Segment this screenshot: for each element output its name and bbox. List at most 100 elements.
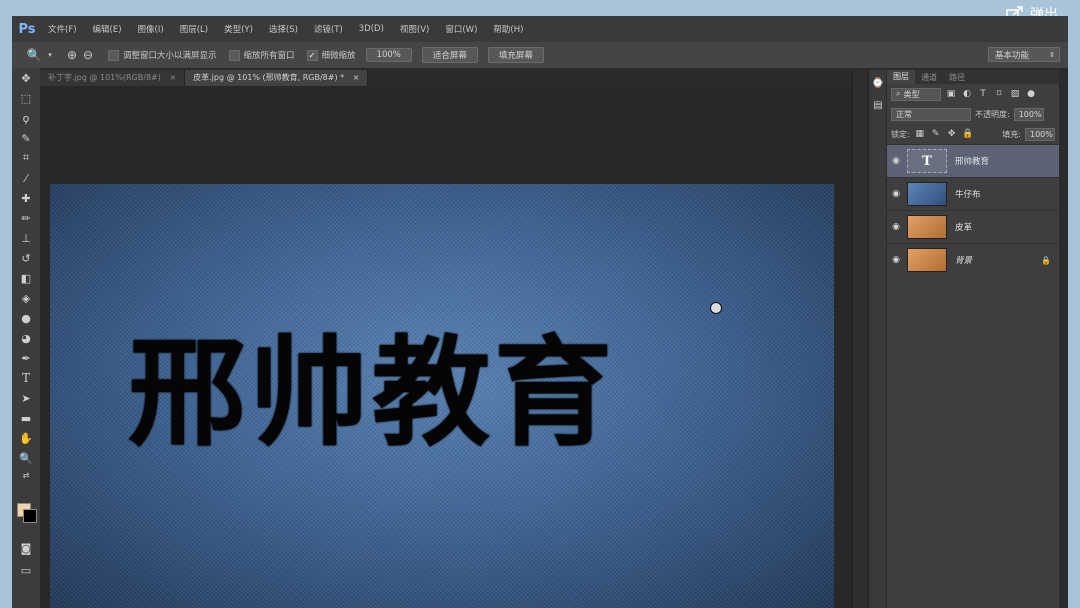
lasso-tool-icon[interactable]: ϙ <box>12 108 40 128</box>
lock-pixels-icon[interactable]: ✎ <box>930 128 942 140</box>
menu-layer[interactable]: 图层(L) <box>172 23 216 35</box>
tab-patch-text[interactable]: 补丁字.jpg @ 101%(RGB/8#) × <box>40 70 186 86</box>
zoom-out-icon[interactable]: ⊖ <box>80 47 96 63</box>
menu-image[interactable]: 图像(I) <box>130 23 172 35</box>
type-tool-icon[interactable]: T <box>12 368 40 388</box>
paint-bucket-tool-icon[interactable]: ◈ <box>12 288 40 308</box>
path-select-tool-icon[interactable]: ➤ <box>12 388 40 408</box>
lock-position-icon[interactable]: ✥ <box>946 128 958 140</box>
background-color-swatch[interactable] <box>23 509 37 523</box>
chevron-updown-icon: ⇕ <box>1049 50 1055 59</box>
vertical-scrollbar[interactable] <box>852 70 869 608</box>
scrubby-zoom-checkbox[interactable]: ✓ <box>306 49 318 61</box>
zoom-all-checkbox[interactable] <box>228 49 240 61</box>
quick-select-tool-icon[interactable]: ✎ <box>12 128 40 148</box>
zoom-all-option[interactable]: 缩放所有窗口 <box>228 49 295 61</box>
eye-icon[interactable]: ◉ <box>887 222 905 232</box>
crop-tool-icon[interactable]: ⌗ <box>12 148 40 168</box>
tab-leather[interactable]: 皮革.jpg @ 101% (邢帅教育, RGB/8#) * × <box>185 70 369 86</box>
menu-type[interactable]: 类型(Y) <box>216 23 261 35</box>
healing-brush-tool-icon[interactable]: ✚ <box>12 188 40 208</box>
lock-row: 锁定: ▦ ✎ ✥ 🔒 填充: 100% <box>887 124 1059 144</box>
fill-label: 填充: <box>1002 129 1021 139</box>
lock-all-icon[interactable]: 🔒 <box>962 128 974 140</box>
close-icon[interactable]: × <box>169 73 176 82</box>
layer-row[interactable]: ◉ T 邢帅教育 <box>887 144 1059 177</box>
eye-icon[interactable]: ◉ <box>887 255 905 265</box>
menu-edit[interactable]: 编辑(E) <box>85 23 130 35</box>
layer-filter-select[interactable]: ⌕ 类型 <box>891 87 941 101</box>
eraser-tool-icon[interactable]: ◧ <box>12 268 40 288</box>
menu-filter[interactable]: 滤镜(T) <box>306 23 351 35</box>
stamp-tool-icon[interactable]: ⊥ <box>12 228 40 248</box>
blend-mode-select[interactable]: 正常 <box>891 107 971 121</box>
text-layer-thumbnail: T <box>907 149 947 173</box>
eye-icon[interactable]: ◉ <box>887 156 905 166</box>
document-tabs: 补丁字.jpg @ 101%(RGB/8#) × 皮革.jpg @ 101% (… <box>40 70 852 86</box>
layer-name: 邢帅教育 <box>955 157 990 167</box>
smart-object-filter-icon[interactable]: ▨ <box>1009 88 1021 100</box>
close-icon[interactable]: × <box>353 73 360 82</box>
canvas[interactable]: 邢帅教育 <box>50 184 834 608</box>
swap-colors-icon[interactable]: ⇄ <box>12 468 40 482</box>
pixel-filter-icon[interactable]: ▣ <box>945 88 957 100</box>
layer-row[interactable]: ◉ 牛仔布 <box>887 177 1059 210</box>
zoom-in-icon[interactable]: ⊕ <box>64 47 80 63</box>
history-icon[interactable]: ⌚ <box>869 74 887 92</box>
cursor-icon <box>710 302 722 314</box>
layer-row[interactable]: ◉ 背景 🔒 <box>887 243 1059 276</box>
brush-tool-icon[interactable]: ✏ <box>12 208 40 228</box>
properties-icon[interactable]: ▤ <box>869 96 887 114</box>
layers-panel: 图层 通道 路径 ⌕ 类型 ▣ ◐ T ⌑ ▨ ● 正常 不透明度: 100% <box>886 70 1059 608</box>
pen-tool-icon[interactable]: ✒ <box>12 348 40 368</box>
tab-layers[interactable]: 图层 <box>887 70 915 84</box>
opacity-value: 100% <box>1018 109 1042 119</box>
screen-mode-icon[interactable]: ▭ <box>12 560 40 580</box>
history-brush-tool-icon[interactable]: ↺ <box>12 248 40 268</box>
menu-file[interactable]: 文件(F) <box>40 23 85 35</box>
eyedropper-tool-icon[interactable]: ⁄ <box>12 168 40 188</box>
move-tool-icon[interactable]: ✥ <box>12 68 40 88</box>
blend-mode-label: 正常 <box>896 109 912 119</box>
fit-screen-button[interactable]: 适合屏幕 <box>421 47 478 63</box>
menu-help[interactable]: 帮助(H) <box>485 23 531 35</box>
menu-3d[interactable]: 3D(D) <box>351 24 392 34</box>
opacity-label: 不透明度: <box>975 109 1010 119</box>
blur-tool-icon[interactable]: ● <box>12 308 40 328</box>
scrubby-zoom-option[interactable]: ✓ 细微缩放 <box>306 49 356 61</box>
scrubby-zoom-label: 细微缩放 <box>321 51 356 61</box>
lock-transparent-icon[interactable]: ▦ <box>914 128 926 140</box>
opacity-input[interactable]: 100% <box>1013 107 1044 121</box>
tool-preset-dropdown-icon[interactable]: ▾ <box>42 47 58 63</box>
resize-windows-checkbox[interactable] <box>108 49 119 61</box>
zoom-all-label: 缩放所有窗口 <box>243 51 295 61</box>
layer-name: 背景 <box>955 256 973 266</box>
zoom-tool-icon[interactable]: 🔍 <box>12 448 40 468</box>
zoom-100-button[interactable]: 100% <box>365 48 412 62</box>
quick-mask-icon[interactable]: ◙ <box>12 538 40 558</box>
shape-filter-icon[interactable]: ⌑ <box>993 88 1005 100</box>
eye-icon[interactable]: ◉ <box>887 189 905 199</box>
fill-input[interactable]: 100% <box>1025 127 1055 141</box>
ps-logo: Ps <box>18 21 36 37</box>
fill-screen-button[interactable]: 填充屏幕 <box>487 47 544 63</box>
resize-windows-option[interactable]: 调整窗口大小以满屏显示 <box>108 49 217 61</box>
menu-view[interactable]: 视图(V) <box>392 23 437 35</box>
tab-channels[interactable]: 通道 <box>915 72 943 83</box>
layer-name: 皮革 <box>955 223 973 233</box>
tab-paths[interactable]: 路径 <box>943 72 971 83</box>
rectangle-tool-icon[interactable]: ▬ <box>12 408 40 428</box>
zoom-tool-icon[interactable]: 🔍 <box>26 47 42 63</box>
hand-tool-icon[interactable]: ✋ <box>12 428 40 448</box>
workspace-select[interactable]: 基本功能 ⇕ <box>988 47 1060 62</box>
layer-row[interactable]: ◉ 皮革 <box>887 210 1059 243</box>
layer-name: 牛仔布 <box>955 190 981 200</box>
marquee-tool-icon[interactable]: ⬚ <box>12 88 40 108</box>
menu-window[interactable]: 窗口(W) <box>437 23 485 35</box>
filter-toggle-icon[interactable]: ● <box>1025 88 1037 100</box>
dodge-tool-icon[interactable]: ◕ <box>12 328 40 348</box>
layer-filter-row: ⌕ 类型 ▣ ◐ T ⌑ ▨ ● <box>887 84 1059 104</box>
adjustment-filter-icon[interactable]: ◐ <box>961 88 973 100</box>
type-filter-icon[interactable]: T <box>977 88 989 100</box>
menu-select[interactable]: 选择(S) <box>261 23 306 35</box>
